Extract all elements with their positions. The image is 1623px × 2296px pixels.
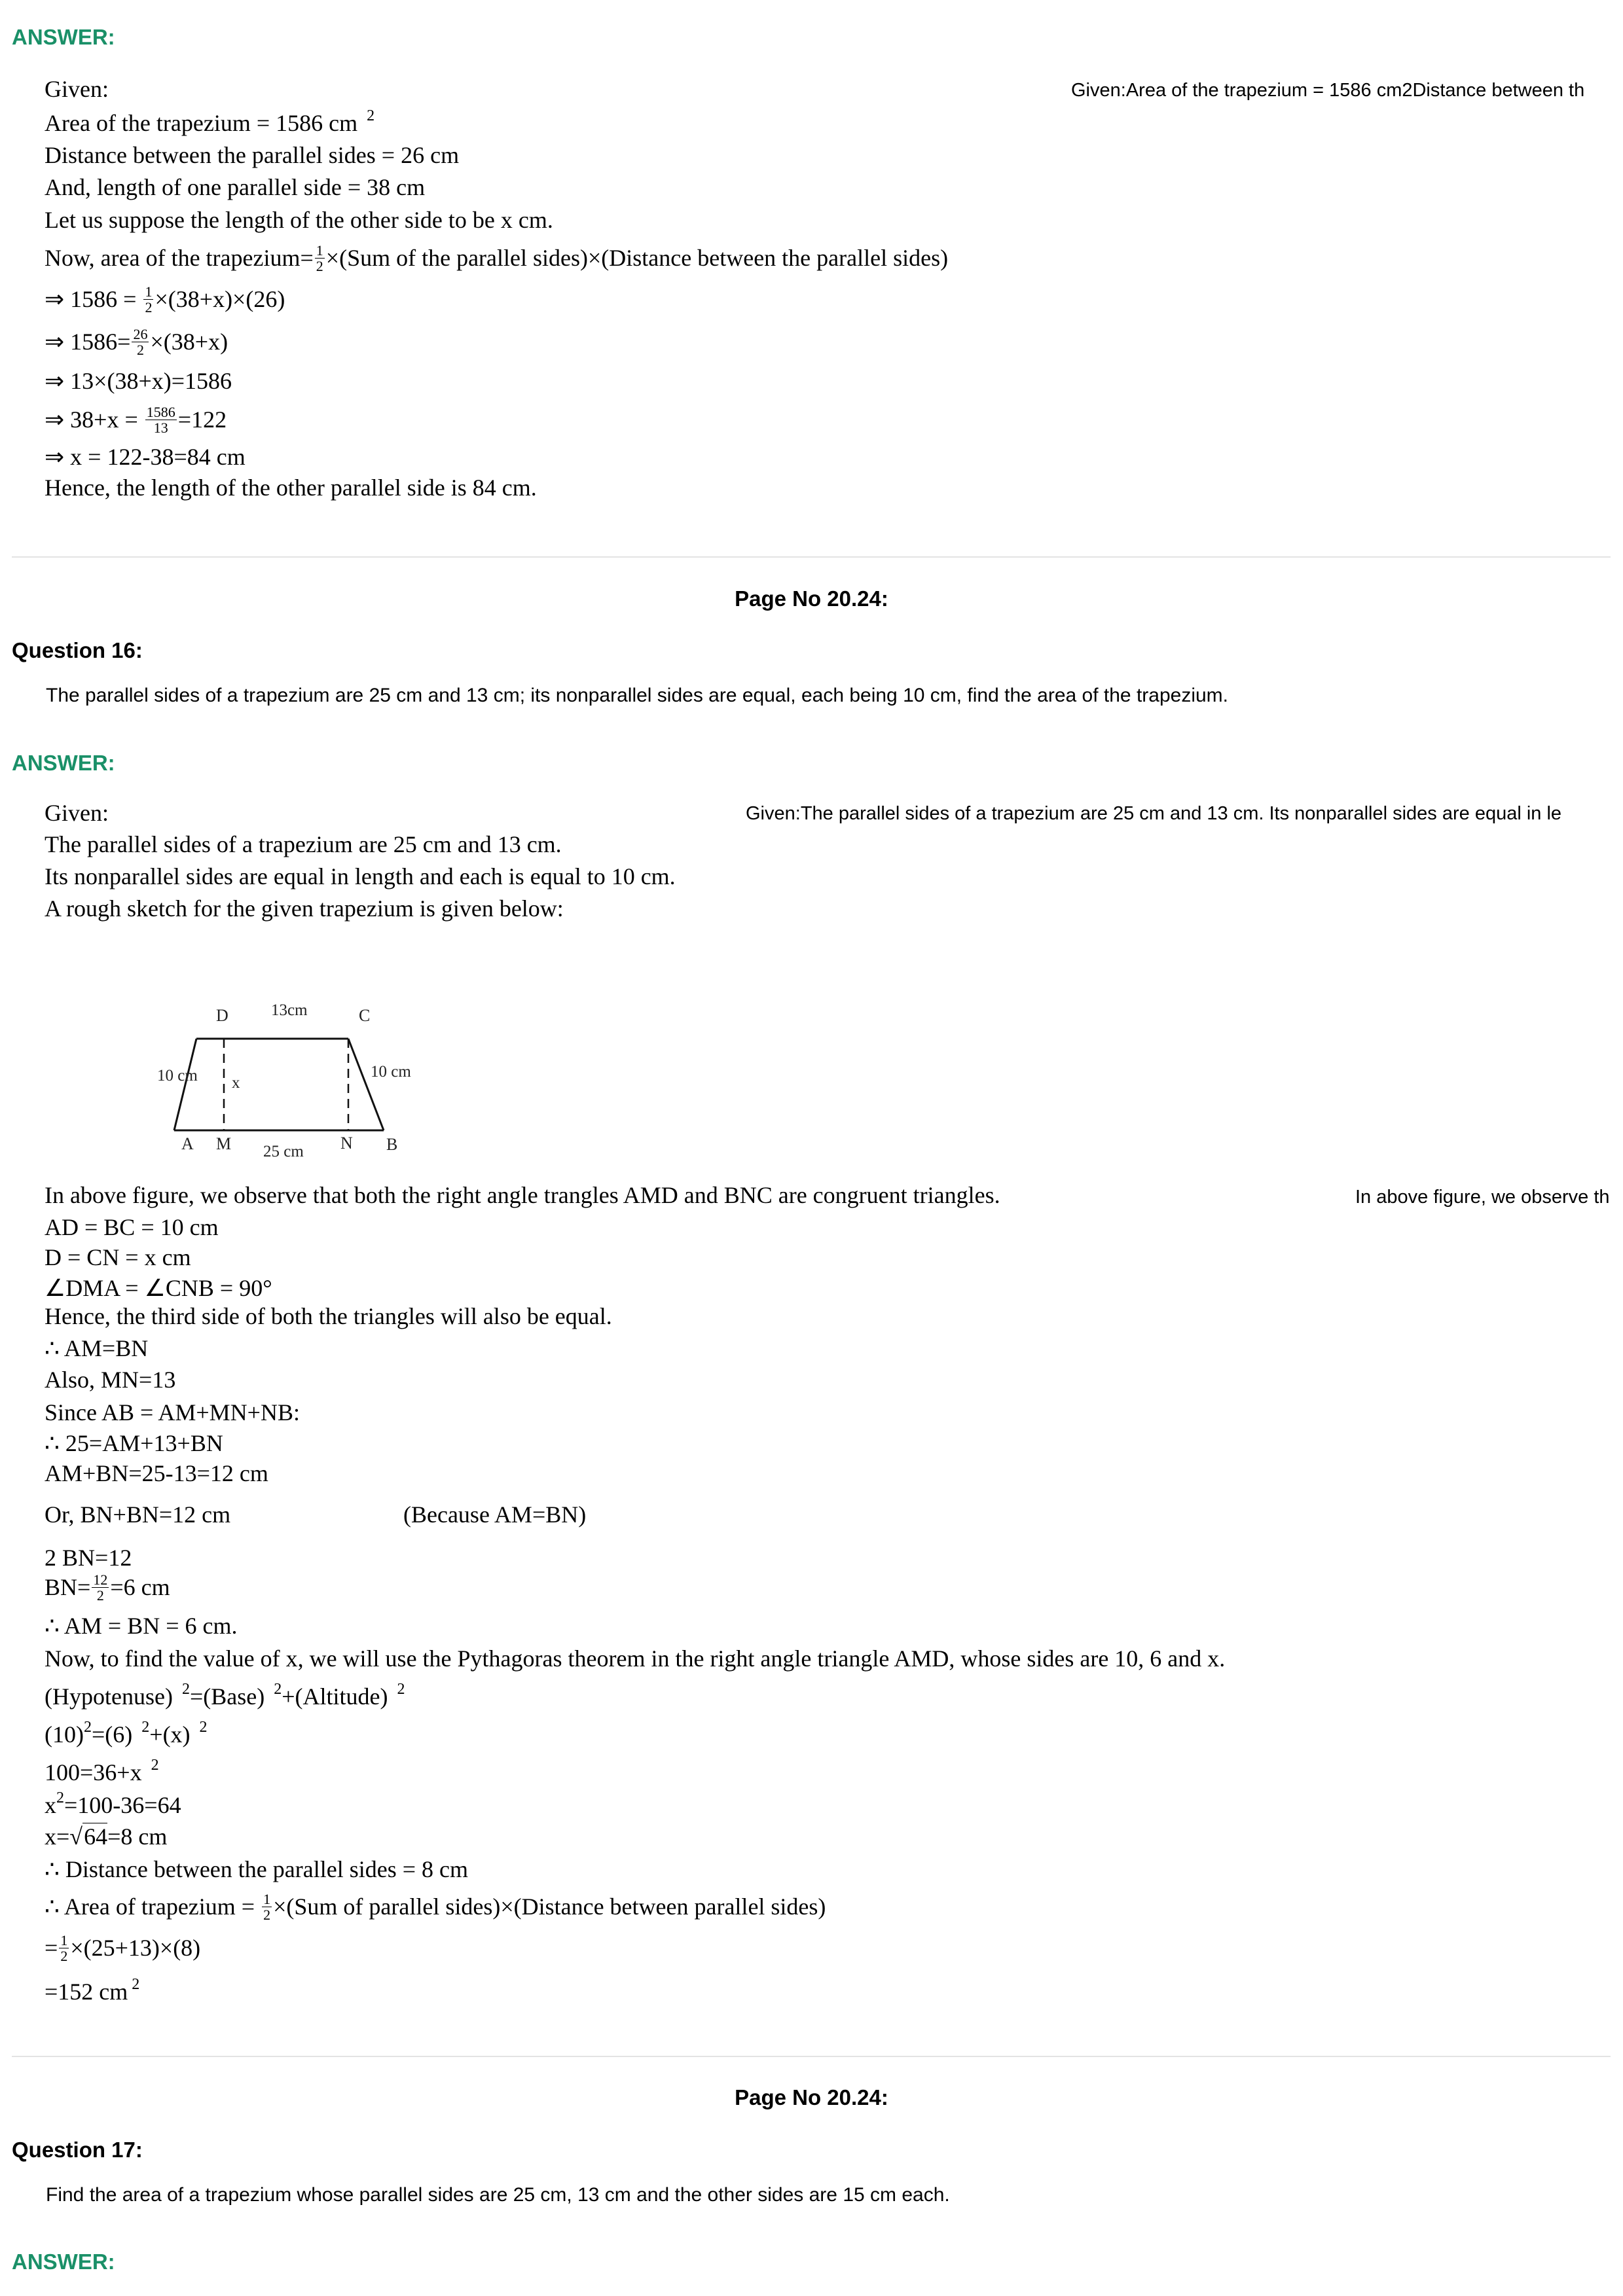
- answer-label: ANSWER:: [12, 25, 115, 49]
- question-text: Find the area of a trapezium whose paral…: [46, 2184, 950, 2206]
- solution-line: 2 BN=12: [45, 1545, 132, 1571]
- fraction: 12 2: [92, 1571, 109, 1604]
- formula-line: Now, area of the trapezium= 1 2 ×(Sum of th…: [45, 242, 949, 275]
- vertex-b-label: B: [386, 1135, 397, 1154]
- pythagoras-line: (Hypotenuse) 2=(Base) 2+(Altitude) 2: [45, 1681, 405, 1710]
- point-n-label: N: [340, 1134, 353, 1153]
- pythagoras-line: 100=36+x 2: [45, 1757, 159, 1785]
- height-lines: [223, 1039, 350, 1130]
- solution-line: AM+BN=25-13=12 cm: [45, 1460, 268, 1486]
- trapezium-shape: [173, 1037, 385, 1132]
- bottom-side-label: 25 cm: [263, 1143, 304, 1160]
- point-m-label: M: [216, 1134, 231, 1153]
- solution-line: ∴ AM=BN: [45, 1335, 149, 1361]
- answer-label: ANSWER:: [12, 751, 115, 775]
- question-label: Question 16:: [12, 638, 143, 662]
- solution-line: Its nonparallel sides are equal in lengt…: [45, 863, 676, 889]
- question-label: Question 17:: [12, 2138, 143, 2162]
- vertex-d-label: D: [216, 1006, 228, 1025]
- solution-line: Since AB = AM+MN+NB:: [45, 1399, 300, 1426]
- solution-line: ∴ Distance between the parallel sides = …: [45, 1856, 468, 1882]
- page-number: Page No 20.24:: [735, 586, 888, 611]
- solution-step: ⇒ 38+x = 1586 13 =122: [45, 404, 227, 437]
- fraction: 1586 13: [145, 404, 177, 437]
- top-side-label: 13cm: [271, 1001, 308, 1019]
- solution-line: In above figure, we observe that both th…: [45, 1182, 1000, 1208]
- given-label: Given:: [45, 800, 109, 826]
- solution-line: Area of the trapezium = 1586 cm 2: [45, 107, 375, 136]
- solution-line: ∴ AM = BN = 6 cm.: [45, 1613, 238, 1639]
- solution-line: BN= 12 2 =6 cm: [45, 1571, 170, 1604]
- fraction: 12: [262, 1891, 272, 1924]
- given-label: Given:: [45, 76, 109, 102]
- vertex-a-label: A: [181, 1134, 194, 1153]
- solution-line: D = CN = x cm: [45, 1244, 191, 1270]
- fraction: 12: [59, 1932, 69, 1965]
- solution-line: Let us suppose the length of the other s…: [45, 207, 553, 233]
- solution-line: Also, MN=13: [45, 1367, 176, 1393]
- height-x-label: x: [232, 1074, 240, 1092]
- final-result: =152 cm 2: [45, 1976, 140, 2005]
- page-number: Page No 20.24:: [735, 2085, 888, 2109]
- answer-label: ANSWER:: [12, 2250, 115, 2274]
- area-formula: ∴ Area of trapezium = 1 2 ×(Sum of paralle…: [45, 1891, 826, 1924]
- divider: [12, 556, 1611, 558]
- solution-line: A rough sketch for the given trapezium i…: [45, 895, 564, 922]
- solution-line: Distance between the parallel sides = 26…: [45, 142, 460, 168]
- divider: [12, 2056, 1611, 2057]
- solution-line: The parallel sides of a trapezium are 25…: [45, 831, 562, 857]
- solution-line: Hence, the third side of both the triang…: [45, 1303, 612, 1329]
- trapezium-figure: D 13cm C 10 cm x 10 cm A M 25 cm N B: [157, 1001, 411, 1160]
- conclusion: Hence, the length of the other parallel …: [45, 475, 537, 501]
- solution-step: ⇒ 1586 = 1 2 ×(38+x)×(26): [45, 283, 285, 316]
- hidden-summary-text: Given:Area of the trapezium = 1586 cm2Di…: [1071, 80, 1585, 101]
- pythagoras-line: x=√64=8 cm: [45, 1823, 168, 1850]
- pythagoras-line: x2=100-36=64: [45, 1789, 181, 1818]
- solution-note: (Because AM=BN): [403, 1501, 587, 1528]
- solution-line: Or, BN+BN=12 cm: [45, 1501, 231, 1528]
- question-text: The parallel sides of a trapezium are 25…: [46, 685, 1229, 706]
- solution-step: ⇒ x = 122-38=84 cm: [45, 444, 246, 470]
- solution-line: Now, to find the value of x, we will use…: [45, 1645, 1226, 1672]
- right-side-label: 10 cm: [371, 1063, 411, 1081]
- solution-step: ⇒ 1586= 26 2 ×(38+x): [45, 326, 228, 359]
- vertex-c-label: C: [359, 1006, 370, 1025]
- hidden-summary-text: In above figure, we observe th: [1355, 1187, 1610, 1208]
- area-calculation: = 1 2 ×(25+13)×(8): [45, 1932, 201, 1965]
- solution-line: ∠DMA = ∠CNB = 90°: [45, 1275, 272, 1301]
- fraction: 12: [143, 283, 154, 316]
- solution-line: AD = BC = 10 cm: [45, 1214, 219, 1240]
- solution-line: ∴ 25=AM+13+BN: [45, 1430, 223, 1456]
- solution-step: ⇒ 13×(38+x)=1586: [45, 368, 232, 394]
- left-side-label: 10 cm: [157, 1067, 198, 1085]
- pythagoras-line: (10)2=(6) 2+(x) 2: [45, 1719, 208, 1748]
- fraction: 12: [314, 242, 325, 275]
- hidden-summary-text: Given:The parallel sides of a trapezium …: [746, 803, 1562, 824]
- solution-line: And, length of one parallel side = 38 cm: [45, 174, 426, 200]
- fraction: 26 2: [132, 326, 149, 359]
